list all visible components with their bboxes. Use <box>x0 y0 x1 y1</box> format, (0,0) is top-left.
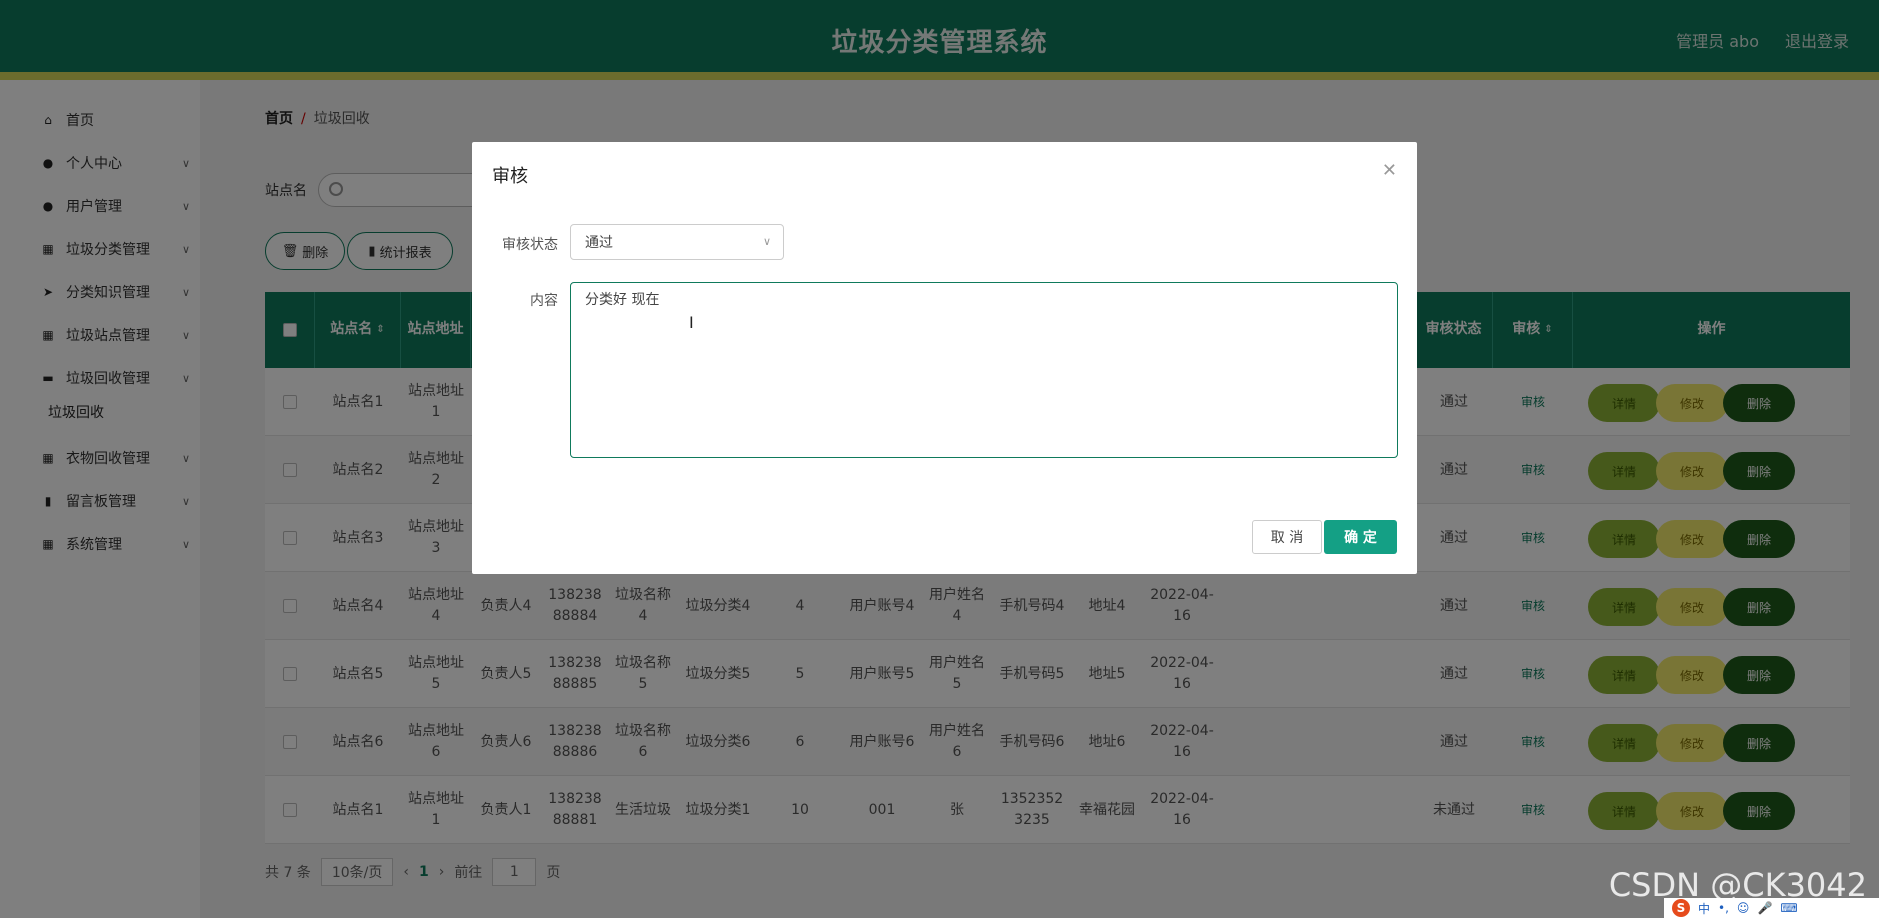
sogou-ime-icon: S <box>1672 899 1690 917</box>
dialog-title: 审核 <box>492 166 528 187</box>
chevron-down-icon: ∨ <box>762 235 771 248</box>
status-select-value: 通过 <box>585 235 613 251</box>
ime-mic-icon: 🎤 <box>1757 901 1773 915</box>
ime-punct-icon: •, <box>1718 901 1729 915</box>
content-textarea[interactable]: 分类好 现在 <box>570 282 1398 458</box>
content-label: 内容 <box>530 293 558 309</box>
ime-toolbar[interactable]: S 中 •, ☺ 🎤 ⌨ <box>1664 898 1879 918</box>
close-icon[interactable]: ✕ <box>1382 160 1397 181</box>
cancel-button[interactable]: 取 消 <box>1252 520 1322 554</box>
review-dialog: 审核 ✕ 审核状态 通过 ∨ 内容 分类好 现在 I 取 消 确 定 <box>472 142 1417 574</box>
confirm-button[interactable]: 确 定 <box>1324 520 1397 554</box>
status-select[interactable]: 通过 ∨ <box>570 224 784 260</box>
ime-keyboard-icon: ⌨ <box>1780 901 1798 915</box>
ime-emoji-icon: ☺ <box>1736 901 1750 915</box>
ime-chinese-icon: 中 <box>1698 901 1711 916</box>
text-cursor-icon: I <box>689 313 694 332</box>
status-label: 审核状态 <box>502 237 558 253</box>
